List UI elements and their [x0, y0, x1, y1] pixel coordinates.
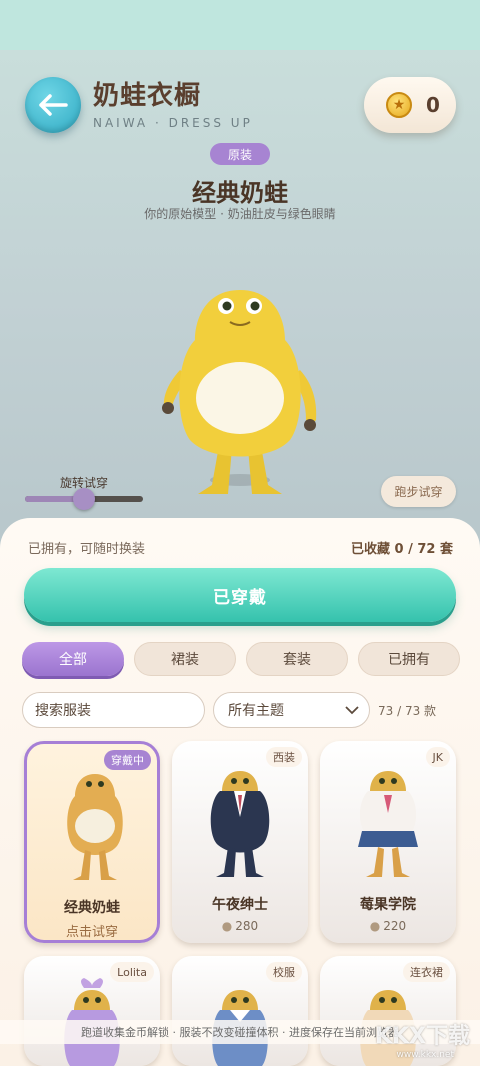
- theme-select-value: 所有主题: [228, 703, 284, 719]
- outfit-name: 经典奶蛙: [192, 179, 288, 207]
- back-button[interactable]: [25, 77, 81, 133]
- card-action: 点击试穿: [65, 925, 118, 940]
- outfit-count: 73 / 73 款: [378, 704, 437, 718]
- card-price: ● 220: [320, 919, 456, 933]
- run-try-on-button[interactable]: 跑步试穿: [381, 476, 456, 507]
- watermark-url: www.kkx.net: [396, 1050, 455, 1060]
- outfit-card-berry-academy[interactable]: JK 莓果学院 ● 220: [320, 741, 456, 943]
- outfit-description: 你的原始模型 · 奶油肚皮与绿色眼睛: [144, 207, 336, 221]
- card-price-value: 280: [235, 919, 259, 933]
- frog-thumbnail: [67, 774, 123, 880]
- tab-owned[interactable]: 已拥有: [358, 642, 460, 676]
- outfit-card-lolita[interactable]: Lolita: [24, 956, 160, 1066]
- card-price: ● 280: [172, 919, 308, 933]
- tab-dresses[interactable]: 裙装: [134, 642, 236, 676]
- coin-dot-icon: ●: [221, 919, 233, 933]
- rotate-slider[interactable]: [25, 488, 143, 510]
- filter-tabs: 全部 裙装 套装 已拥有: [22, 642, 460, 676]
- outfit-tag: 原装: [210, 143, 270, 165]
- search-input[interactable]: 搜索服装: [22, 692, 205, 728]
- coin-count: 0: [426, 93, 440, 117]
- tab-all[interactable]: 全部: [22, 642, 124, 676]
- card-name: 午夜绅士: [212, 897, 268, 913]
- frog-model-preview[interactable]: [150, 280, 330, 510]
- outfit-card-school-uniform[interactable]: 校服: [172, 956, 308, 1066]
- coin-balance[interactable]: ★ 0: [364, 77, 456, 133]
- card-name: 经典奶蛙: [64, 900, 120, 916]
- app-title: 奶蛙衣橱: [93, 81, 202, 111]
- frog-thumbnail: [210, 771, 270, 877]
- frog-thumbnail: [358, 771, 418, 877]
- wear-button[interactable]: 已穿戴: [24, 568, 456, 622]
- app-subtitle: NAIWA · DRESS UP: [93, 116, 253, 130]
- card-name: 莓果学院: [360, 897, 416, 913]
- slider-knob[interactable]: [73, 488, 95, 510]
- top-status-bar: [0, 0, 480, 50]
- tab-sets[interactable]: 套装: [246, 642, 348, 676]
- theme-select[interactable]: 所有主题: [213, 692, 370, 728]
- owned-hint: 已拥有，可随时换装: [28, 542, 146, 557]
- outfit-card-classic[interactable]: 穿戴中 经典奶蛙 点击试穿: [24, 741, 160, 943]
- chevron-down-icon: [345, 706, 359, 715]
- collection-count: 已收藏 0 / 72 套: [351, 542, 453, 557]
- outfit-card-gentleman[interactable]: 西装 午夜绅士 ● 280: [172, 741, 308, 943]
- watermark-logo: KKX下载: [374, 1024, 470, 1049]
- card-badge: JK: [425, 747, 450, 767]
- coin-dot-icon: ●: [369, 919, 381, 933]
- card-price-value: 220: [383, 919, 407, 933]
- arrow-left-icon: [39, 94, 68, 116]
- coin-star-icon: ★: [386, 92, 412, 118]
